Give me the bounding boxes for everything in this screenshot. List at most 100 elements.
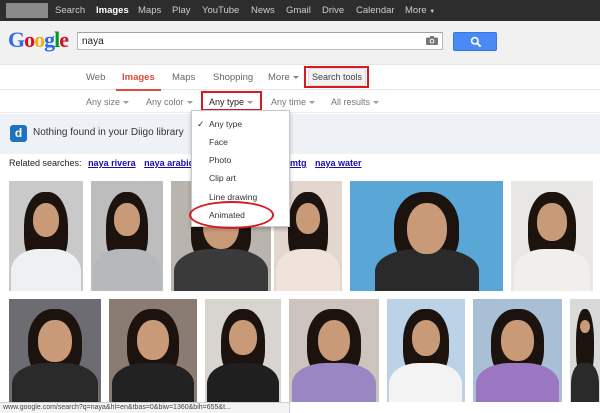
- body-shape: [93, 249, 161, 291]
- google-logo[interactable]: Google: [8, 27, 69, 53]
- logo-letter: g: [44, 27, 55, 52]
- search-button[interactable]: [453, 32, 497, 51]
- topbar-link-youtube[interactable]: YouTube: [202, 0, 239, 21]
- topbar-link-news[interactable]: News: [251, 0, 275, 21]
- menu-item-any-type[interactable]: ✓ Any type: [192, 115, 291, 133]
- topbar-more-label: More: [405, 5, 427, 16]
- tab-web[interactable]: Web: [86, 66, 105, 90]
- body-shape: [389, 362, 463, 402]
- image-result-thumbnail[interactable]: [9, 181, 83, 291]
- body-shape: [475, 362, 560, 402]
- body-shape: [11, 249, 81, 291]
- related-searches-right: mtg naya water: [290, 158, 362, 172]
- topbar-link-play[interactable]: Play: [172, 0, 190, 21]
- face-shape: [501, 319, 534, 361]
- face-shape: [537, 203, 567, 241]
- search-input[interactable]: [82, 33, 412, 49]
- face-shape: [114, 203, 140, 237]
- topbar-more-caret-icon: ▼: [429, 9, 436, 15]
- body-shape: [207, 362, 279, 402]
- diigo-icon[interactable]: d: [10, 125, 27, 142]
- face-shape: [406, 203, 447, 255]
- body-shape: [291, 362, 377, 402]
- logo-letter: G: [8, 27, 25, 52]
- browser-viewport: Search Images Maps Play YouTube News Gma…: [0, 0, 600, 413]
- related-link-naya-rivera[interactable]: naya rivera: [88, 158, 136, 168]
- related-searches: Related searches: naya rivera naya arabi…: [9, 158, 204, 172]
- menu-item-photo[interactable]: Photo: [192, 151, 291, 169]
- face-shape: [317, 319, 351, 362]
- face-shape: [411, 319, 441, 356]
- camera-icon[interactable]: [426, 36, 438, 45]
- image-result-thumbnail[interactable]: [511, 181, 593, 291]
- face-shape: [229, 319, 257, 355]
- image-result-thumbnail[interactable]: [205, 299, 281, 402]
- search-tools-highlight: [304, 66, 369, 88]
- related-link-naya-water[interactable]: naya water: [315, 158, 362, 168]
- body-shape: [374, 249, 479, 291]
- animated-highlight-ellipse: [189, 201, 274, 229]
- body-shape: [570, 362, 600, 402]
- logo-letter: o: [34, 27, 45, 52]
- related-searches-label: Related searches:: [9, 158, 82, 168]
- chevron-down-icon: [292, 75, 299, 79]
- image-result-thumbnail[interactable]: [91, 181, 163, 291]
- image-result-thumbnail[interactable]: [289, 299, 379, 402]
- image-result-thumbnail[interactable]: [109, 299, 197, 402]
- magnifier-icon: [470, 36, 482, 48]
- face-shape: [137, 319, 169, 361]
- search-tools-filters: Any size Any color Any type Any time All…: [0, 91, 600, 113]
- filter-size[interactable]: Any size: [86, 91, 130, 113]
- topbar-link-gmail[interactable]: Gmail: [286, 0, 311, 21]
- filter-time-label: Any time: [271, 97, 307, 107]
- topbar-link-images[interactable]: Images: [96, 0, 129, 21]
- tab-more[interactable]: More: [268, 66, 299, 90]
- tab-maps[interactable]: Maps: [172, 66, 195, 90]
- tab-images[interactable]: Images: [116, 66, 161, 91]
- filter-color[interactable]: Any color: [146, 91, 193, 113]
- any-type-highlight: [201, 91, 262, 111]
- image-result-thumbnail[interactable]: [570, 299, 600, 402]
- filter-results-label: All results: [331, 97, 371, 107]
- topbar-link-calendar[interactable]: Calendar: [356, 0, 395, 21]
- image-result-thumbnail[interactable]: [350, 181, 503, 291]
- topbar-more-menu[interactable]: More ▼: [405, 0, 435, 21]
- google-top-bar: Search Images Maps Play YouTube News Gma…: [0, 0, 600, 21]
- face-shape: [32, 203, 60, 238]
- chevron-down-icon: [186, 101, 193, 105]
- chevron-down-icon: [309, 101, 316, 105]
- face-shape: [295, 203, 321, 235]
- image-result-thumbnail[interactable]: [9, 299, 101, 402]
- image-result-thumbnail[interactable]: [473, 299, 562, 402]
- filter-color-label: Any color: [146, 97, 184, 107]
- menu-item-any-type-label: Any type: [209, 119, 243, 129]
- menu-item-face[interactable]: Face: [192, 133, 291, 151]
- logo-letter: e: [59, 27, 69, 52]
- search-box[interactable]: [77, 32, 443, 50]
- browser-status-bar: www.google.com/search?q=naya&hl=en&tbas=…: [0, 402, 290, 413]
- google-logo-letters: Google: [8, 27, 69, 53]
- body-shape: [174, 249, 268, 291]
- body-shape: [276, 249, 340, 291]
- diigo-message: Nothing found in your Diigo library: [33, 127, 184, 138]
- chevron-down-icon: [123, 101, 130, 105]
- checkmark-icon: ✓: [197, 119, 205, 129]
- search-header: Google: [0, 21, 600, 65]
- topbar-link-drive[interactable]: Drive: [322, 0, 344, 21]
- body-shape: [513, 249, 591, 291]
- menu-item-clip-art[interactable]: Clip art: [192, 169, 291, 187]
- face-shape: [38, 319, 72, 362]
- diigo-notice: d Nothing found in your Diigo library: [0, 114, 600, 154]
- body-shape: [111, 362, 195, 402]
- search-tabs: Web Images Maps Shopping More: [0, 66, 600, 91]
- body-shape: [11, 362, 99, 402]
- image-result-thumbnail[interactable]: [387, 299, 465, 402]
- topbar-link-maps[interactable]: Maps: [138, 0, 161, 21]
- filter-results[interactable]: All results: [331, 91, 380, 113]
- tab-more-label: More: [268, 72, 290, 83]
- tab-shopping[interactable]: Shopping: [213, 66, 253, 90]
- topbar-link-search[interactable]: Search: [55, 0, 85, 21]
- chevron-down-icon: [373, 101, 380, 105]
- account-name-redacted: [6, 3, 48, 18]
- related-link-mtg[interactable]: mtg: [290, 158, 307, 168]
